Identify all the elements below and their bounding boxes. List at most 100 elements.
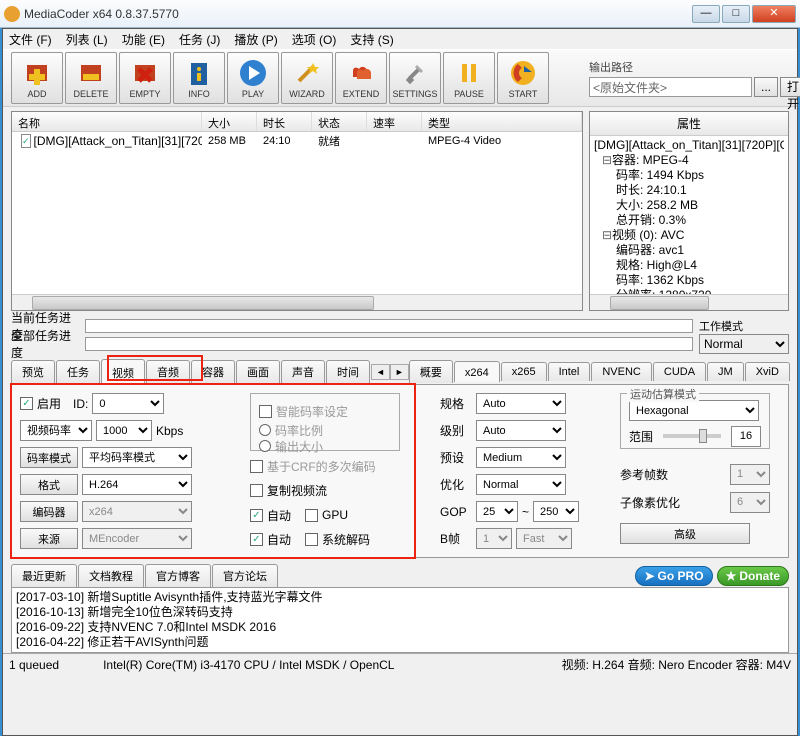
menu-support[interactable]: 支持 (S) (350, 31, 393, 48)
col-status[interactable]: 状态 (312, 112, 367, 131)
rate-value-select[interactable]: 1000 (96, 420, 152, 441)
delete-button[interactable]: DELETE (65, 52, 117, 104)
smart-checkbox[interactable] (259, 405, 272, 418)
preset-select[interactable]: Medium (476, 447, 566, 468)
tab-x265[interactable]: x265 (501, 362, 547, 381)
open-button[interactable]: 打开 (780, 77, 800, 97)
tab-audio[interactable]: 音频 (146, 360, 190, 383)
file-row[interactable]: ✓[DMG][Attack_on_Titan][31][720P... 258 … (12, 132, 582, 150)
auto2-checkbox[interactable]: ✓ (250, 533, 263, 546)
tab-nvenc[interactable]: NVENC (591, 362, 652, 381)
tab-task[interactable]: 任务 (56, 360, 100, 383)
gpu-checkbox[interactable] (305, 509, 318, 522)
tab-time[interactable]: 时间 (326, 360, 370, 383)
tab-cuda[interactable]: CUDA (653, 362, 706, 381)
props-hscroll[interactable] (590, 294, 788, 310)
ratio-label: 码率比例 (275, 422, 323, 439)
auto-checkbox[interactable]: ✓ (250, 509, 263, 522)
btab-blog[interactable]: 官方博客 (145, 564, 211, 587)
btab-forum[interactable]: 官方论坛 (212, 564, 278, 587)
tab-intel[interactable]: Intel (548, 362, 591, 381)
bitrate-mode-select[interactable]: 平均码率模式 (82, 447, 192, 468)
range-slider[interactable] (663, 434, 721, 438)
encoder-select[interactable]: x264 (82, 501, 192, 522)
enable-checkbox[interactable]: ✓ (20, 397, 33, 410)
rate-mode-select[interactable]: 视频码率 (20, 420, 92, 441)
tab-x264[interactable]: x264 (454, 361, 500, 382)
advanced-button[interactable]: 高级 (620, 523, 750, 544)
settings-button[interactable]: SETTINGS (389, 52, 441, 104)
btab-recent[interactable]: 最近更新 (11, 564, 77, 587)
bitrate-mode-button[interactable]: 码率模式 (20, 447, 78, 468)
donate-button[interactable]: ★Donate (717, 566, 789, 586)
format-button[interactable]: 格式 (20, 474, 78, 495)
col-name[interactable]: 名称 (12, 112, 202, 131)
col-size[interactable]: 大小 (202, 112, 257, 131)
tab-jm[interactable]: JM (707, 362, 744, 381)
tab-preview[interactable]: 预览 (11, 360, 55, 383)
menu-function[interactable]: 功能 (E) (122, 31, 165, 48)
menu-play[interactable]: 播放 (P) (234, 31, 277, 48)
level-label: 级别 (440, 422, 472, 439)
col-duration[interactable]: 时长 (257, 112, 312, 131)
pause-button[interactable]: PAUSE (443, 52, 495, 104)
output-path-label: 输出路径 (589, 59, 789, 75)
encoder-button[interactable]: 编码器 (20, 501, 78, 522)
tune-select[interactable]: Normal (476, 474, 566, 495)
tab-sound[interactable]: 声音 (281, 360, 325, 383)
gop-min-select[interactable]: 25 (476, 501, 518, 522)
source-button[interactable]: 来源 (20, 528, 78, 549)
gop-max-select[interactable]: 250 (533, 501, 579, 522)
file-list: 名称 大小 时长 状态 速率 类型 ✓[DMG][Attack_on_Titan… (11, 111, 583, 311)
menu-list[interactable]: 列表 (L) (66, 31, 108, 48)
tab-xvid[interactable]: XviD (745, 362, 790, 381)
subme-select[interactable]: 6 (730, 492, 770, 513)
maximize-button[interactable]: □ (722, 5, 750, 23)
extend-button[interactable]: EXTEND (335, 52, 387, 104)
close-button[interactable]: ✕ (752, 5, 796, 23)
menu-options[interactable]: 选项 (O) (292, 31, 337, 48)
level-select[interactable]: Auto (476, 420, 566, 441)
browse-button[interactable]: ... (754, 77, 778, 97)
menu-task[interactable]: 任务 (J) (179, 31, 220, 48)
tab-container[interactable]: 容器 (191, 360, 235, 383)
empty-button[interactable]: EMPTY (119, 52, 171, 104)
tab-video[interactable]: 视频 (101, 359, 145, 384)
col-rate[interactable]: 速率 (367, 112, 422, 131)
minimize-button[interactable]: — (692, 5, 720, 23)
play-button[interactable]: PLAY (227, 52, 279, 104)
profile-select[interactable]: Auto (476, 393, 566, 414)
workmode-select[interactable]: Normal (699, 334, 789, 354)
range-input[interactable] (731, 426, 761, 447)
tab-scroll-right[interactable]: ► (390, 364, 409, 380)
row-checkbox[interactable]: ✓ (21, 134, 31, 148)
status-cpu: Intel(R) Core(TM) i3-4170 CPU / Intel MS… (103, 658, 394, 672)
source-select[interactable]: MEncoder (82, 528, 192, 549)
menu-file[interactable]: 文件 (F) (9, 31, 52, 48)
copy-checkbox[interactable] (250, 484, 263, 497)
gopro-button[interactable]: ➤Go PRO (635, 566, 712, 586)
bframes-select[interactable]: 1 (476, 528, 512, 549)
tab-scroll-left[interactable]: ◄ (371, 364, 390, 380)
start-button[interactable]: START (497, 52, 549, 104)
id-select[interactable]: 0 (92, 393, 164, 414)
output-path-input[interactable] (589, 77, 752, 97)
btab-docs[interactable]: 文档教程 (78, 564, 144, 587)
wizard-button[interactable]: WIZARD (281, 52, 333, 104)
ref-select[interactable]: 1 (730, 464, 770, 485)
col-type[interactable]: 类型 (422, 112, 582, 131)
app-icon (4, 6, 20, 22)
tab-picture[interactable]: 画面 (236, 360, 280, 383)
me-select[interactable]: Hexagonal (629, 400, 759, 421)
sysdec-checkbox[interactable] (305, 533, 318, 546)
auto2-label: 自动 (267, 531, 291, 548)
tab-summary[interactable]: 概要 (409, 360, 453, 383)
file-hscroll[interactable] (12, 294, 582, 310)
info-button[interactable]: INFO (173, 52, 225, 104)
workmode-label: 工作模式 (699, 318, 789, 334)
crf-checkbox (250, 460, 263, 473)
bframes-mode-select[interactable]: Fast (516, 528, 572, 549)
titlebar: MediaCoder x64 0.8.37.5770 — □ ✕ (0, 0, 800, 28)
format-select[interactable]: H.264 (82, 474, 192, 495)
add-button[interactable]: ADD (11, 52, 63, 104)
